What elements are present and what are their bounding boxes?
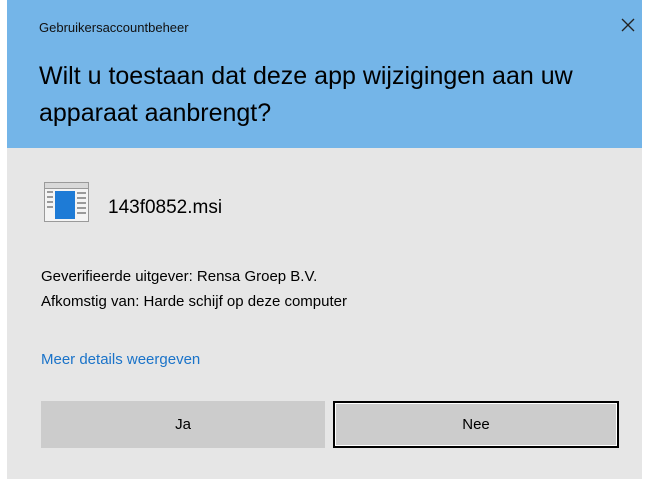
dialog-body: 143f0852.msi Geverifieerde uitgever: Ren… [7,148,642,479]
yes-button-label: Ja [175,416,191,433]
no-button[interactable]: Nee [333,401,619,448]
publisher-text: Geverifieerde uitgever: Rensa Groep B.V. [41,268,318,285]
origin-text: Afkomstig van: Harde schijf op deze comp… [41,293,347,310]
dialog-question: Wilt u toestaan dat deze app wijzigingen… [39,62,573,127]
uac-dialog: Gebruikersaccountbeheer Wilt u toestaan … [0,0,649,479]
yes-button[interactable]: Ja [41,401,325,448]
close-button[interactable] [615,12,641,38]
dialog-header: Gebruikersaccountbeheer Wilt u toestaan … [7,0,642,148]
app-file-name: 143f0852.msi [108,197,223,218]
show-details-link[interactable]: Meer details weergeven [41,351,200,368]
installer-icon [44,182,89,222]
window-title: Gebruikersaccountbeheer [39,20,189,35]
close-icon [621,18,635,32]
no-button-label: Nee [462,416,490,433]
